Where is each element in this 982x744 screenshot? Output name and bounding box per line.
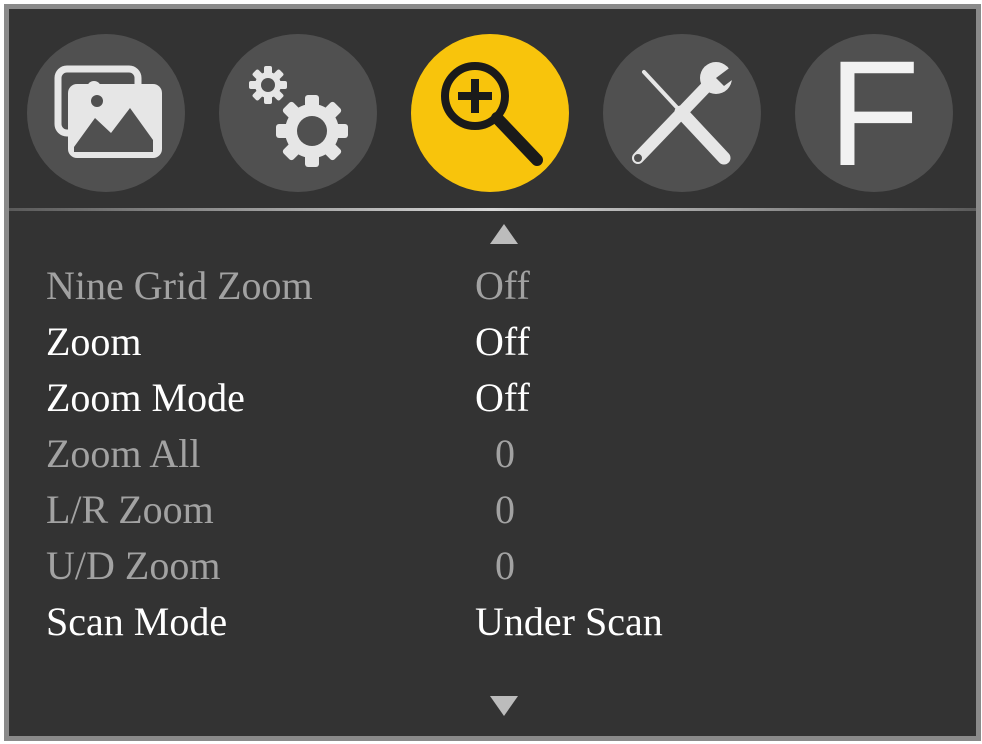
menu-item-value: Off [475, 375, 530, 420]
tab-picture[interactable] [27, 34, 185, 192]
function-f-icon: F [828, 29, 920, 197]
scroll-up-arrow[interactable] [489, 223, 519, 245]
menu-item-ud-zoom[interactable]: U/D Zoom 0 [9, 541, 976, 591]
menu-item-value: Off [475, 319, 530, 364]
menu-item-value: Under Scan [475, 599, 663, 644]
menu-item-zoom-all[interactable]: Zoom All 0 [9, 429, 976, 479]
menu-item-lr-zoom[interactable]: L/R Zoom 0 [9, 485, 976, 535]
menu-item-label: Scan Mode [46, 599, 228, 644]
up-arrow-icon [490, 224, 518, 244]
picture-icon [54, 65, 162, 158]
menu-item-value: 0 [495, 543, 515, 588]
menu-item-label: Zoom Mode [46, 375, 245, 420]
menu-item-label: Zoom All [46, 431, 201, 476]
menu-tab-bar: F [9, 9, 976, 207]
menu-item-label: Nine Grid Zoom [46, 263, 313, 308]
menu-item-value: 0 [495, 487, 515, 532]
menu-item-scan-mode[interactable]: Scan Mode Under Scan [9, 597, 976, 647]
tab-divider [9, 208, 976, 211]
menu-item-label: L/R Zoom [46, 487, 214, 532]
tab-tools[interactable] [603, 34, 761, 192]
zoom-in-icon [441, 62, 543, 166]
tab-settings[interactable] [219, 34, 377, 192]
down-arrow-icon [490, 696, 518, 716]
menu-item-label: U/D Zoom [46, 543, 221, 588]
menu-item-zoom-mode[interactable]: Zoom Mode Off [9, 373, 976, 423]
gears-icon [249, 66, 348, 167]
menu-item-label: Zoom [46, 319, 142, 364]
menu-item-value: Off [475, 263, 530, 308]
tools-icon [632, 62, 740, 165]
menu-item-zoom[interactable]: Zoom Off [9, 317, 976, 367]
tab-zoom[interactable] [411, 34, 569, 192]
tab-function[interactable]: F [795, 34, 953, 192]
menu-item-value: 0 [495, 431, 515, 476]
scroll-down-arrow[interactable] [489, 695, 519, 717]
menu-item-nine-grid-zoom[interactable]: Nine Grid Zoom Off [9, 261, 976, 311]
osd-menu: F Nine Grid Zoom Off Zoom Off Zoom Mode … [4, 4, 981, 741]
